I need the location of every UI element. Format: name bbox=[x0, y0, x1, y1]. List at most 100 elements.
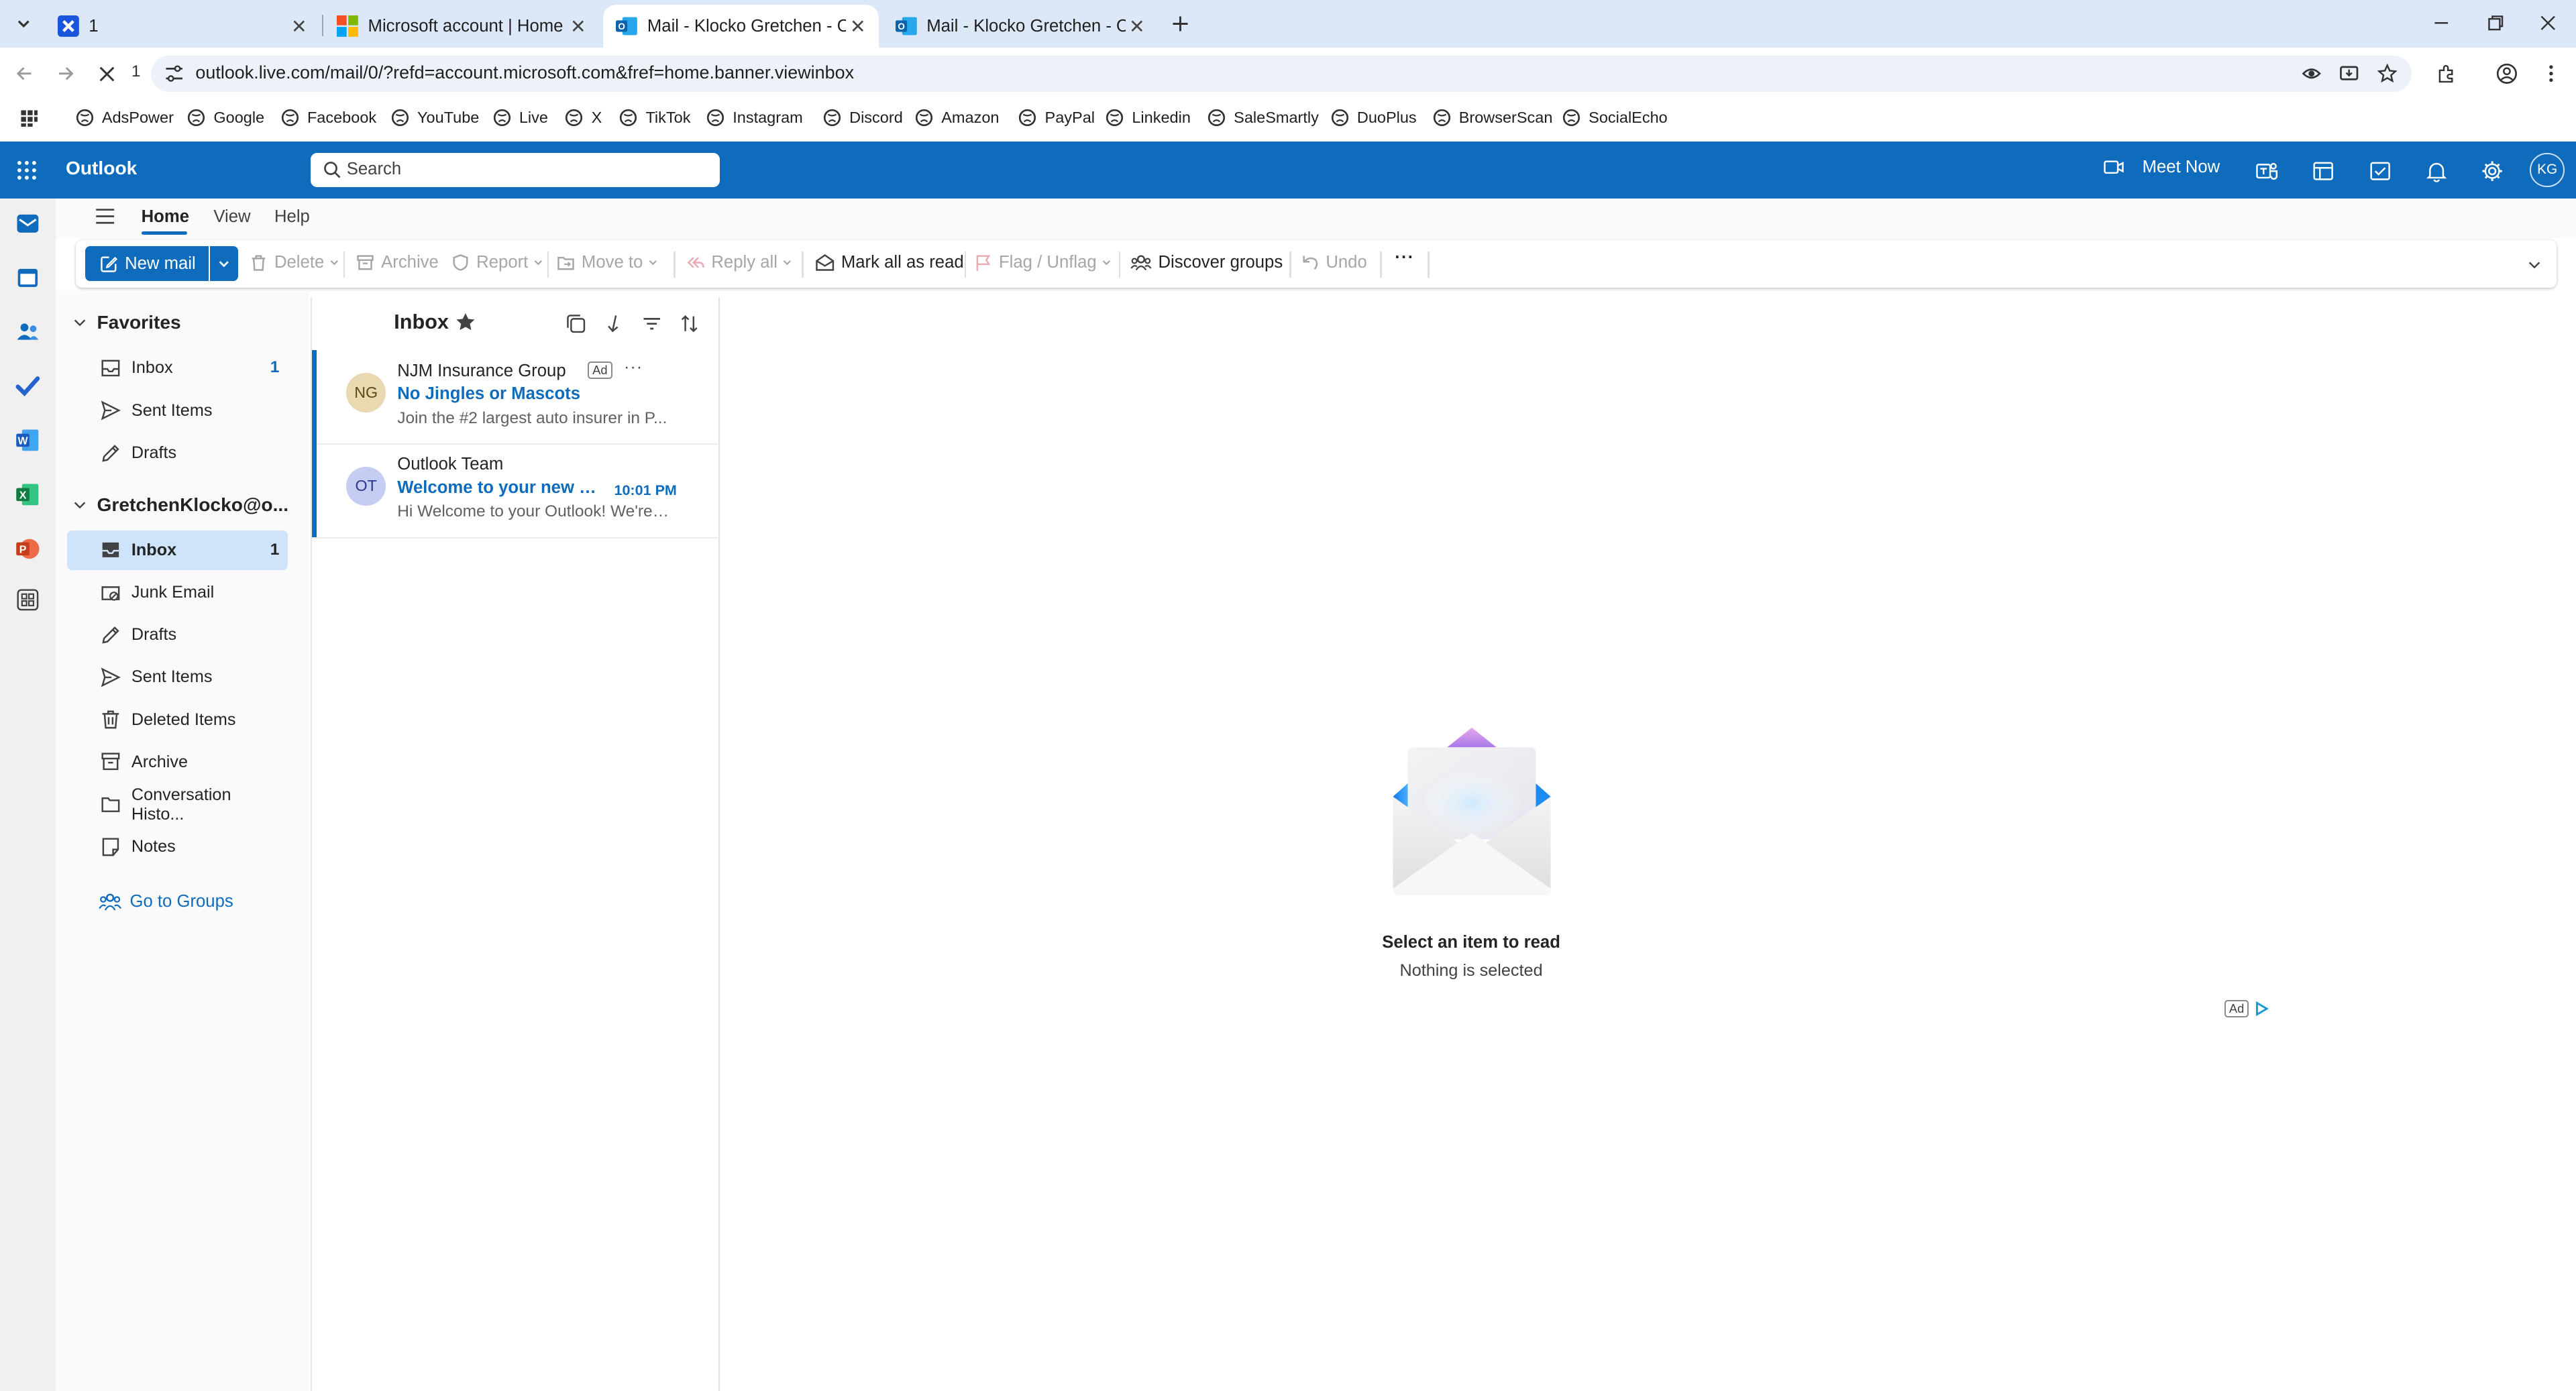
bookmark-item[interactable]: Facebook bbox=[281, 109, 376, 127]
bookmark-item[interactable]: Linkedin bbox=[1106, 109, 1191, 127]
folder-item-drafts[interactable]: Drafts bbox=[67, 434, 287, 474]
mark-all-read-button[interactable]: Mark all as read bbox=[815, 253, 964, 272]
new-mail-button[interactable]: New mail bbox=[85, 246, 209, 281]
bookmark-item[interactable]: SocialEcho bbox=[1562, 109, 1668, 127]
sort-icon[interactable] bbox=[677, 311, 703, 337]
search-box[interactable] bbox=[310, 152, 720, 188]
folder-item-inbox[interactable]: Inbox 1 bbox=[67, 531, 288, 570]
back-button[interactable] bbox=[11, 61, 38, 87]
folder-item-deleted-items[interactable]: Deleted Items bbox=[67, 700, 287, 740]
ad-choices[interactable]: Ad bbox=[2224, 1000, 2269, 1018]
folder-item-notes[interactable]: Notes bbox=[67, 827, 287, 867]
excel-icon[interactable]: X bbox=[15, 482, 41, 508]
new-mail-dropdown[interactable] bbox=[210, 246, 239, 281]
bookmark-item[interactable]: BrowserScan bbox=[1433, 109, 1552, 127]
mail-icon[interactable] bbox=[15, 210, 41, 236]
report-button[interactable]: Report bbox=[451, 253, 549, 272]
bookmark-star-icon[interactable] bbox=[2374, 61, 2400, 87]
bookmark-item[interactable]: Amazon bbox=[915, 109, 999, 127]
expand-ribbon-button[interactable] bbox=[2527, 258, 2548, 272]
bookmark-item[interactable]: YouTube bbox=[391, 109, 479, 127]
calendar-icon[interactable] bbox=[15, 264, 41, 290]
bookmark-item[interactable]: Google bbox=[187, 109, 264, 127]
todo-icon[interactable] bbox=[15, 373, 41, 399]
move-to-button[interactable]: Move to bbox=[557, 253, 664, 272]
favorites-header[interactable]: Favorites bbox=[72, 312, 181, 333]
bookmark-item[interactable]: TikTok bbox=[619, 109, 690, 127]
tab-help[interactable]: Help bbox=[274, 207, 310, 227]
site-settings-icon[interactable] bbox=[164, 64, 184, 83]
discover-groups-button[interactable]: Discover groups bbox=[1130, 253, 1283, 272]
address-bar[interactable]: outlook.live.com/mail/0/?refd=account.mi… bbox=[151, 56, 2412, 93]
browser-tab-1[interactable]: 1 bbox=[44, 5, 320, 48]
undo-button[interactable]: Undo bbox=[1301, 253, 1367, 272]
account-header[interactable]: GretchenKlocko@o... bbox=[72, 494, 288, 516]
more-apps-icon[interactable] bbox=[15, 586, 41, 612]
folder-item-junk-email[interactable]: Junk Email bbox=[67, 573, 287, 612]
browser-tab-3[interactable]: O Mail - Klocko Gretchen - Out bbox=[602, 5, 879, 48]
bookmark-item[interactable]: Instagram bbox=[706, 109, 803, 127]
delete-button[interactable]: Delete bbox=[250, 253, 345, 272]
app-launcher-icon[interactable] bbox=[16, 160, 38, 181]
close-tab-icon[interactable] bbox=[288, 15, 311, 38]
folder-item-conversation-histo[interactable]: Conversation Histo... bbox=[67, 785, 287, 824]
app-title[interactable]: Outlook bbox=[66, 158, 137, 179]
search-input[interactable] bbox=[346, 156, 708, 182]
forward-button[interactable] bbox=[52, 61, 78, 87]
flag-unflag-button[interactable]: Flag / Unflag bbox=[974, 253, 1118, 272]
stop-loading-button[interactable] bbox=[94, 61, 120, 87]
browser-menu-icon[interactable] bbox=[2538, 61, 2565, 87]
meet-now-button[interactable]: Meet Now bbox=[2103, 158, 2220, 177]
restore-button[interactable] bbox=[2467, 7, 2523, 40]
bookmark-item[interactable]: X bbox=[565, 109, 602, 127]
message-row[interactable]: NG NJM Insurance Group Ad ··· No Jingles or … bbox=[311, 349, 720, 445]
more-options-button[interactable]: ··· bbox=[1395, 248, 1414, 268]
go-to-groups-link[interactable]: Go to Groups bbox=[99, 892, 233, 911]
message-more-button[interactable]: ··· bbox=[624, 358, 643, 377]
tab-view[interactable]: View bbox=[213, 207, 250, 227]
avatar[interactable]: KG bbox=[2530, 152, 2565, 188]
close-window-button[interactable] bbox=[2520, 7, 2576, 40]
bookmark-item[interactable]: PayPal bbox=[1018, 109, 1095, 127]
tracking-protection-icon[interactable] bbox=[2298, 61, 2324, 87]
install-app-icon[interactable] bbox=[2336, 61, 2362, 87]
reply-all-button[interactable]: Reply all bbox=[687, 253, 799, 272]
office-apps-icon[interactable] bbox=[2310, 158, 2336, 184]
folder-item-inbox[interactable]: Inbox 1 bbox=[67, 348, 287, 388]
folder-item-sent-items[interactable]: Sent Items bbox=[67, 391, 287, 431]
new-tab-button[interactable] bbox=[1167, 10, 1195, 38]
bookmark-item[interactable]: AdsPower bbox=[76, 109, 174, 127]
bookmark-item[interactable]: Live bbox=[493, 109, 548, 127]
folder-item-sent-items[interactable]: Sent Items bbox=[67, 658, 287, 698]
browser-tab-2[interactable]: Microsoft account | Home bbox=[323, 5, 599, 48]
bell-icon[interactable] bbox=[2423, 158, 2449, 184]
close-tab-icon[interactable] bbox=[567, 15, 590, 38]
bookmark-item[interactable]: Discord bbox=[823, 109, 903, 127]
browser-tab-4[interactable]: O Mail - Klocko Gretchen - Out bbox=[882, 5, 1158, 48]
archive-button[interactable]: Archive bbox=[356, 253, 439, 272]
my-day-icon[interactable] bbox=[2367, 158, 2394, 184]
jump-to-icon[interactable] bbox=[601, 311, 627, 337]
tab-search-dropdown[interactable] bbox=[10, 10, 38, 38]
profile-icon[interactable] bbox=[2494, 61, 2520, 87]
filter-icon[interactable] bbox=[639, 311, 665, 337]
tab-home[interactable]: Home bbox=[142, 207, 189, 227]
close-tab-icon[interactable] bbox=[1126, 15, 1148, 38]
select-mode-icon[interactable] bbox=[564, 311, 590, 337]
message-row[interactable]: OT Outlook Team Welcome to your new O... 10… bbox=[311, 443, 720, 539]
teams-icon[interactable] bbox=[2254, 158, 2280, 184]
bookmark-item[interactable]: SaleSmartly bbox=[1208, 109, 1319, 127]
gear-icon[interactable] bbox=[2479, 158, 2506, 184]
close-tab-icon[interactable] bbox=[846, 15, 869, 38]
minimize-button[interactable] bbox=[2414, 7, 2469, 40]
word-icon[interactable]: W bbox=[15, 427, 41, 453]
hamburger-menu-icon[interactable] bbox=[95, 207, 115, 225]
bookmark-item[interactable]: DuoPlus bbox=[1331, 109, 1417, 127]
folder-item-archive[interactable]: Archive bbox=[67, 742, 287, 782]
extensions-icon[interactable] bbox=[2433, 61, 2459, 87]
favorite-star-icon[interactable] bbox=[455, 312, 476, 331]
powerpoint-icon[interactable]: P bbox=[15, 535, 41, 561]
folder-item-drafts[interactable]: Drafts bbox=[67, 615, 287, 655]
people-icon[interactable] bbox=[15, 319, 41, 345]
apps-grid-icon[interactable] bbox=[19, 109, 39, 128]
